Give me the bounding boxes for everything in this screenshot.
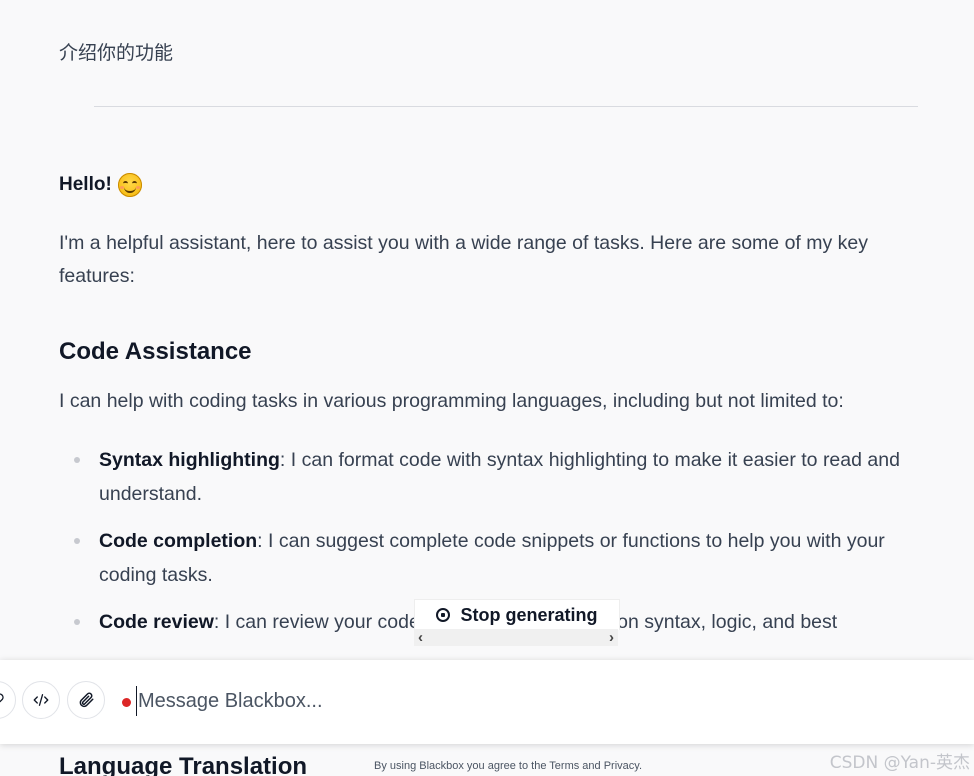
section-intro: I can help with coding tasks in various …	[59, 390, 844, 412]
scroll-right-icon[interactable]: ›	[609, 629, 614, 646]
feature-title: Code review	[99, 611, 214, 633]
section-heading-language-translation: Language Translation	[59, 753, 308, 776]
code-button[interactable]	[22, 681, 60, 719]
greeting-text: Hello!	[59, 174, 112, 195]
message-input[interactable]	[136, 686, 918, 716]
bullet-icon	[74, 538, 80, 544]
link-icon	[0, 693, 4, 703]
horizontal-scrollbar[interactable]: ‹ ›	[414, 629, 618, 646]
message-divider	[94, 106, 918, 107]
assistant-greeting: Hello!	[59, 170, 919, 200]
assistant-message: Hello! I'm a helpful assistant, here to …	[59, 170, 919, 652]
section-heading-code-assistance: Code Assistance	[59, 338, 252, 365]
stop-icon	[436, 608, 451, 622]
bullet-icon	[74, 619, 80, 625]
watermark: CSDN @Yan-英杰	[829, 753, 970, 773]
message-composer	[0, 660, 974, 744]
paperclip-icon	[79, 692, 94, 708]
chat-page: 介绍你的功能 Hello! I'm a helpful assistant, h…	[0, 0, 974, 776]
stop-generating-label: Stop generating	[460, 604, 598, 625]
smiling-face-icon	[117, 173, 142, 197]
feature-title: Syntax highlighting	[99, 449, 280, 471]
attach-button[interactable]	[67, 681, 105, 719]
list-item: Syntax highlighting: I can format code w…	[59, 443, 919, 511]
user-message: 介绍你的功能	[59, 42, 174, 64]
link-button[interactable]	[0, 681, 16, 719]
feature-title: Code completion	[99, 530, 258, 552]
bullet-icon	[74, 457, 80, 463]
list-item: Code completion: I can suggest complete …	[59, 524, 919, 592]
code-icon	[33, 694, 49, 706]
assistant-intro: I'm a helpful assistant, here to assist …	[59, 232, 869, 287]
recording-indicator	[122, 698, 131, 707]
scroll-left-icon[interactable]: ‹	[418, 629, 423, 646]
terms-notice: By using Blackbox you agree to the Terms…	[374, 760, 643, 772]
stop-generating-button[interactable]: Stop generating	[414, 599, 620, 630]
